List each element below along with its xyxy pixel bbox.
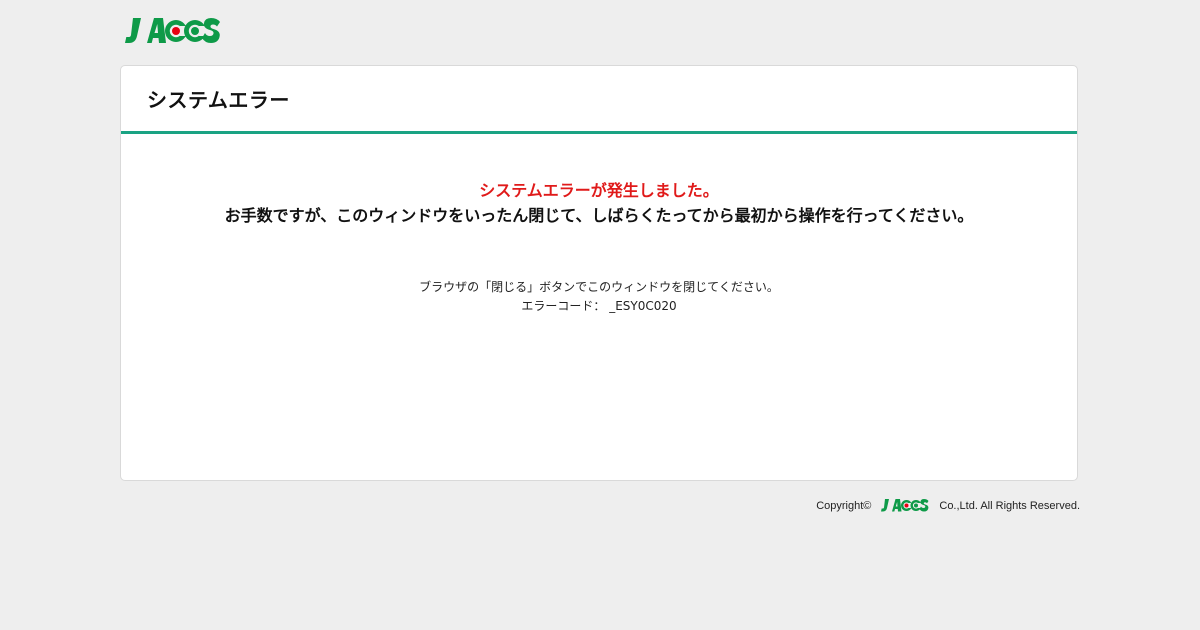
- error-message-block: システムエラーが発生しました。 お手数ですが、このウィンドウをいったん閉じて、し…: [121, 178, 1077, 228]
- page-title: システムエラー: [147, 88, 290, 112]
- close-window-instruction: ブラウザの「閉じる」ボタンでこのウィンドウを閉じてください。: [419, 280, 779, 294]
- error-code-label: エラーコード：: [521, 299, 606, 313]
- copyright-suffix: Co.,Ltd. All Rights Reserved.: [939, 499, 1080, 512]
- page: システムエラー システムエラーが発生しました。 お手数ですが、このウィンドウをい…: [0, 0, 1200, 630]
- jaccs-logo-image: [125, 18, 220, 43]
- error-card: システムエラー システムエラーが発生しました。 お手数ですが、このウィンドウをい…: [120, 65, 1078, 481]
- footer: Copyright© Co.,Ltd. All Rights Reserved.: [816, 497, 1080, 514]
- error-code-value: _ESY0C020: [609, 299, 677, 313]
- jaccs-logo: [123, 14, 223, 48]
- error-heading: システムエラーが発生しました。: [479, 181, 719, 200]
- error-details: ブラウザの「閉じる」ボタンでこのウィンドウを閉じてください。 エラーコード： _…: [121, 278, 1077, 316]
- footer-jaccs-logo: [881, 499, 929, 512]
- copyright-prefix: Copyright©: [816, 499, 872, 512]
- error-code-line: エラーコード： _ESY0C020: [121, 297, 1077, 316]
- card-header: システムエラー: [121, 66, 1077, 134]
- error-instruction: お手数ですが、このウィンドウをいったん閉じて、しばらくたってから最初から操作を行…: [224, 206, 974, 225]
